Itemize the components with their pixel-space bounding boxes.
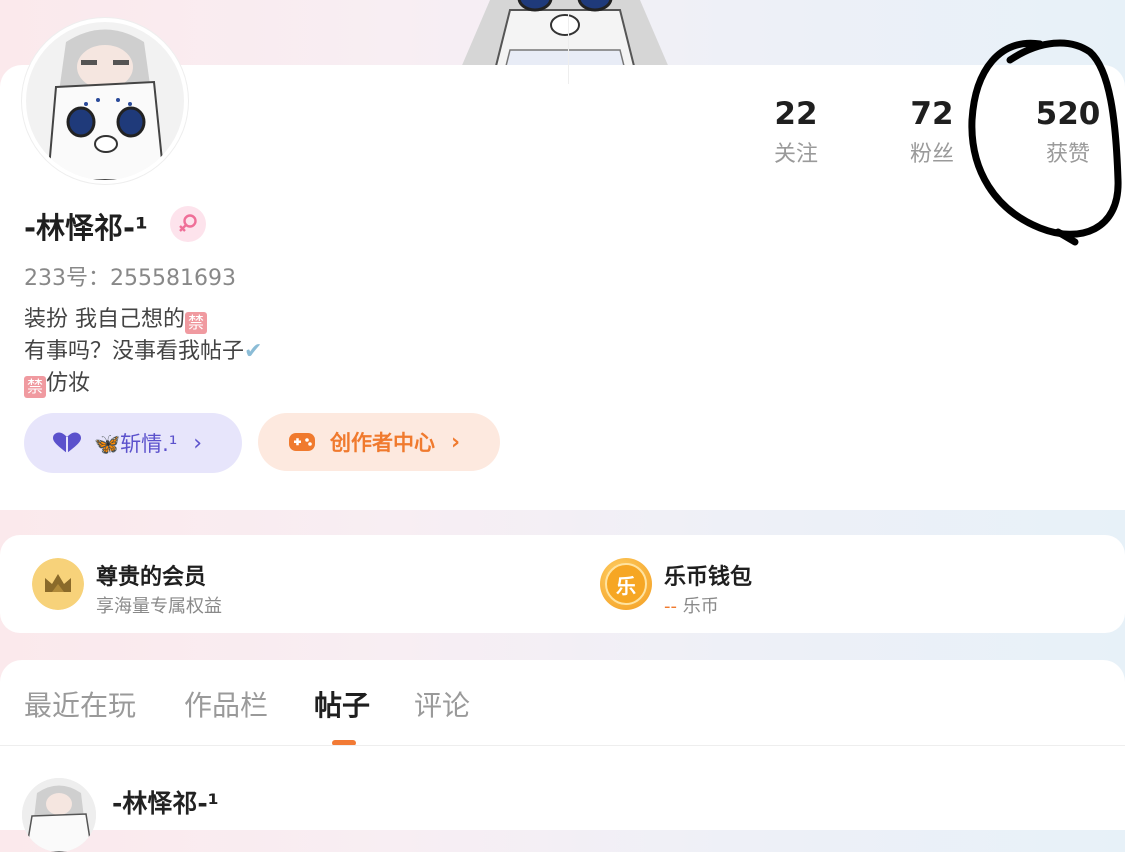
services-divider	[568, 14, 569, 84]
avatar-image	[26, 22, 184, 180]
likes-count: 520	[1035, 96, 1101, 132]
username: -林怿祁-¹	[24, 211, 148, 245]
bio-line-2-text: 有事吗？没事看我帖子	[24, 339, 245, 364]
gamepad-icon	[289, 433, 315, 451]
following-label: 关注	[773, 142, 818, 167]
chevron-right-icon: ›	[193, 430, 203, 456]
membership-subtitle: 享海量专属权益	[96, 596, 222, 617]
chevron-right-icon: ›	[451, 429, 461, 455]
user-id: 233号：255581693	[24, 260, 236, 292]
bio-line-3-text: 仿妆	[46, 371, 91, 396]
vip-badge-label: 🦋斩情.¹	[94, 432, 178, 456]
ban-emoji-icon: 禁	[185, 312, 207, 334]
user-id-value: 255581693	[110, 266, 236, 291]
wallet-balance-placeholder: --	[664, 596, 677, 617]
user-id-label: 233号：	[24, 266, 110, 291]
post-avatar-image	[22, 778, 96, 852]
banner-character-image	[460, 0, 670, 70]
stat-following[interactable]: 22 关注	[736, 94, 856, 168]
vip-badge-button[interactable]: 🦋斩情.¹ ›	[24, 413, 242, 473]
following-count: 22	[774, 96, 818, 132]
post-author-avatar[interactable]	[22, 778, 96, 852]
tab-recently-played[interactable]: 最近在玩	[24, 684, 136, 724]
creator-center-label: 创作者中心	[330, 431, 435, 455]
bio-line-1: 装扮 我自己想的禁	[24, 304, 262, 336]
stat-fans[interactable]: 72 粉丝	[872, 94, 992, 168]
heart-icon	[53, 432, 81, 453]
fans-label: 粉丝	[909, 142, 954, 167]
tab-comments[interactable]: 评论	[414, 684, 470, 724]
coin-icon: 乐	[600, 558, 652, 610]
ban-emoji-icon: 禁	[24, 376, 46, 398]
creator-center-button[interactable]: 创作者中心 ›	[258, 413, 500, 471]
coin-character: 乐	[605, 563, 647, 605]
wallet-title: 乐币钱包	[664, 565, 753, 590]
avatar[interactable]	[22, 18, 188, 184]
tab-posts[interactable]: 帖子	[314, 684, 370, 724]
bio-line-3: 禁仿妆	[24, 368, 262, 400]
crown-icon	[32, 558, 84, 610]
stat-likes[interactable]: 520 获赞	[1008, 94, 1125, 168]
tabs-divider	[0, 745, 1125, 746]
wallet-subtitle: -- 乐币	[664, 592, 719, 618]
post-author-name: -林怿祁-¹	[112, 789, 219, 818]
female-icon	[170, 206, 206, 242]
fans-count: 72	[910, 96, 954, 132]
bio: 装扮 我自己想的禁 有事吗？没事看我帖子✔ 禁仿妆	[24, 304, 262, 400]
membership-title: 尊贵的会员	[96, 565, 207, 590]
tab-works[interactable]: 作品栏	[184, 684, 268, 724]
likes-label: 获赞	[1045, 142, 1090, 167]
wallet-unit: 乐币	[677, 596, 719, 617]
bio-line-1-text: 装扮 我自己想的	[24, 307, 185, 332]
check-mark-icon: ✔	[244, 339, 263, 364]
bio-line-2: 有事吗？没事看我帖子✔	[24, 336, 262, 368]
